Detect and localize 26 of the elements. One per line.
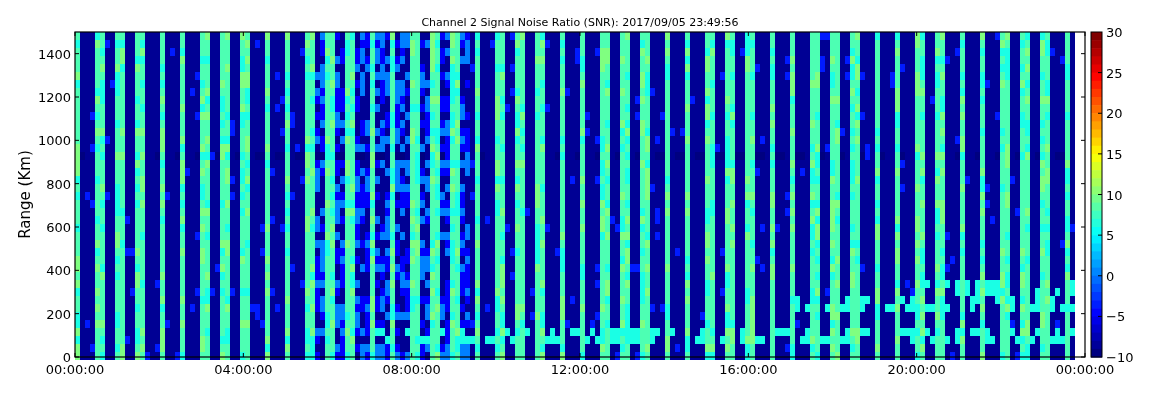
axis-label: Range (Km) (16, 150, 34, 239)
tick-label: 200 (46, 306, 71, 322)
tick-label: −5 (1106, 309, 1126, 325)
tick-label: 25 (1106, 65, 1123, 81)
tick-label: 1200 (37, 90, 71, 105)
tick-label: 800 (46, 176, 71, 192)
tick-label: 10 (1106, 187, 1123, 203)
tick-label: 12:00:00 (550, 362, 610, 377)
tick-label: 08:00:00 (382, 362, 441, 377)
tick-label: 1400 (37, 46, 71, 62)
chart-title: Channel 2 Signal Noise Ratio (SNR): 2017/09/05 23:49:56 (421, 16, 739, 29)
tick-label: 20:00:00 (887, 362, 946, 377)
tick-label: 0 (1106, 268, 1115, 284)
tick-label: 600 (46, 220, 71, 235)
tick-label: −10 (1106, 350, 1134, 365)
tick-label: 00:00:00 (45, 362, 105, 377)
tick-label: 30 (1106, 25, 1123, 40)
tick-label: 1000 (37, 133, 71, 149)
tick-label: 0 (62, 350, 71, 365)
tick-label: 5 (1106, 228, 1115, 244)
tick-label: 20 (1106, 106, 1123, 122)
tick-label: 400 (46, 263, 71, 279)
tick-label: 15 (1106, 146, 1123, 162)
tick-label: 16:00:00 (719, 362, 778, 377)
tick-label: 04:00:00 (214, 362, 273, 377)
tick-label: 00:00:00 (1055, 362, 1115, 377)
